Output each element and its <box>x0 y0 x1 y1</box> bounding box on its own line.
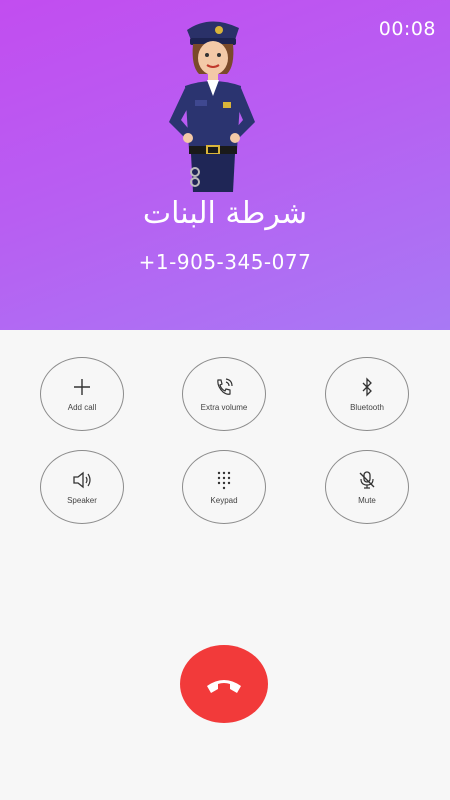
keypad-icon <box>217 471 231 489</box>
bluetooth-label: Bluetooth <box>350 402 384 412</box>
police-avatar <box>169 21 255 192</box>
phone-volume-icon <box>217 377 233 395</box>
bluetooth-icon <box>362 376 372 397</box>
caller-name: شرطة البنات <box>142 196 308 231</box>
keypad-button[interactable]: Keypad <box>182 450 266 524</box>
add-call-label: Add call <box>67 402 97 412</box>
speaker-icon <box>73 471 91 488</box>
mute-label: Mute <box>358 495 376 505</box>
add-call-button[interactable]: Add call <box>40 357 124 431</box>
end-call-button[interactable] <box>180 645 268 723</box>
keypad-label: Keypad <box>210 495 238 505</box>
mute-button[interactable]: Mute <box>325 450 409 524</box>
plus-icon <box>74 378 90 395</box>
bluetooth-button[interactable]: Bluetooth <box>325 357 409 431</box>
hang-up-icon <box>207 680 241 693</box>
call-controls: Add call Extra volume Bluetooth Speaker <box>0 330 450 800</box>
speaker-label: Speaker <box>67 495 97 505</box>
extra-volume-label: Extra volume <box>200 402 248 412</box>
caller-number: +1-905-345-077 <box>138 250 312 274</box>
call-header: 00:08 شرطة البنات +1-905-345-077 <box>0 0 450 330</box>
extra-volume-button[interactable]: Extra volume <box>182 357 266 431</box>
speaker-button[interactable]: Speaker <box>40 450 124 524</box>
mic-off-icon <box>359 470 375 489</box>
call-timer: 00:08 <box>378 18 436 40</box>
